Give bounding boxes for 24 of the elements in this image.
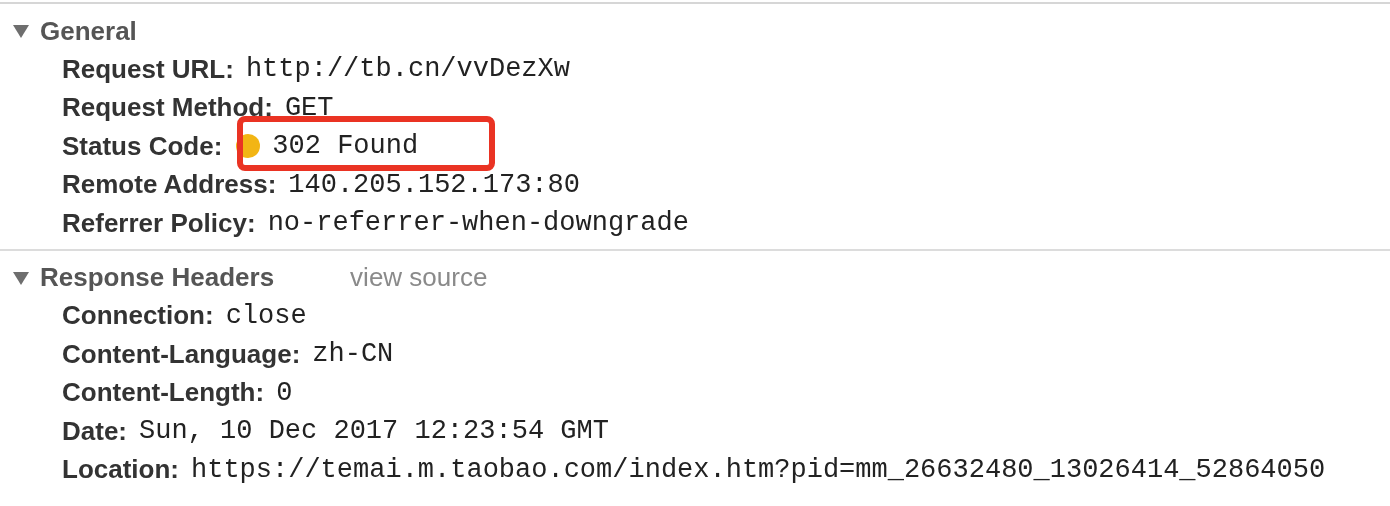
- header-name: Content-Length:: [62, 376, 265, 410]
- header-value: GET: [284, 91, 334, 125]
- collapse-triangle-icon[interactable]: [12, 23, 30, 39]
- header-value: zh-CN: [312, 338, 394, 371]
- header-value: http://tb.cn/vvDezXw: [245, 53, 570, 86]
- header-name: Location:: [62, 453, 179, 487]
- header-name: Connection:: [62, 299, 214, 333]
- header-name: Request URL:: [62, 52, 234, 86]
- collapse-triangle-icon[interactable]: [12, 269, 30, 286]
- header-name: Remote Address:: [62, 168, 277, 202]
- header-name: Status Code:: [62, 129, 223, 163]
- section-title[interactable]: General: [40, 11, 137, 51]
- header-name: Request Method:: [62, 91, 273, 125]
- header-value: close: [225, 299, 307, 333]
- header-value: no-referrer-when-downgrade: [267, 207, 689, 240]
- header-name: Date:: [62, 414, 127, 448]
- header-name: Referrer Policy:: [62, 206, 256, 240]
- header-value: https://temai.m.taobao.com/index.htm?pid=mm_26632480_13026414_52864050: [191, 453, 1326, 487]
- header-name: Content-Language:: [62, 337, 301, 371]
- section-title[interactable]: Response Headers: [40, 258, 275, 297]
- header-value: 140.205.152.173:80: [288, 168, 580, 202]
- header-value: Sun, 10 Dec 2017 12:23:54 GMT: [139, 415, 609, 448]
- header-value: 302 Found: [272, 130, 419, 163]
- header-value: 0: [276, 376, 293, 410]
